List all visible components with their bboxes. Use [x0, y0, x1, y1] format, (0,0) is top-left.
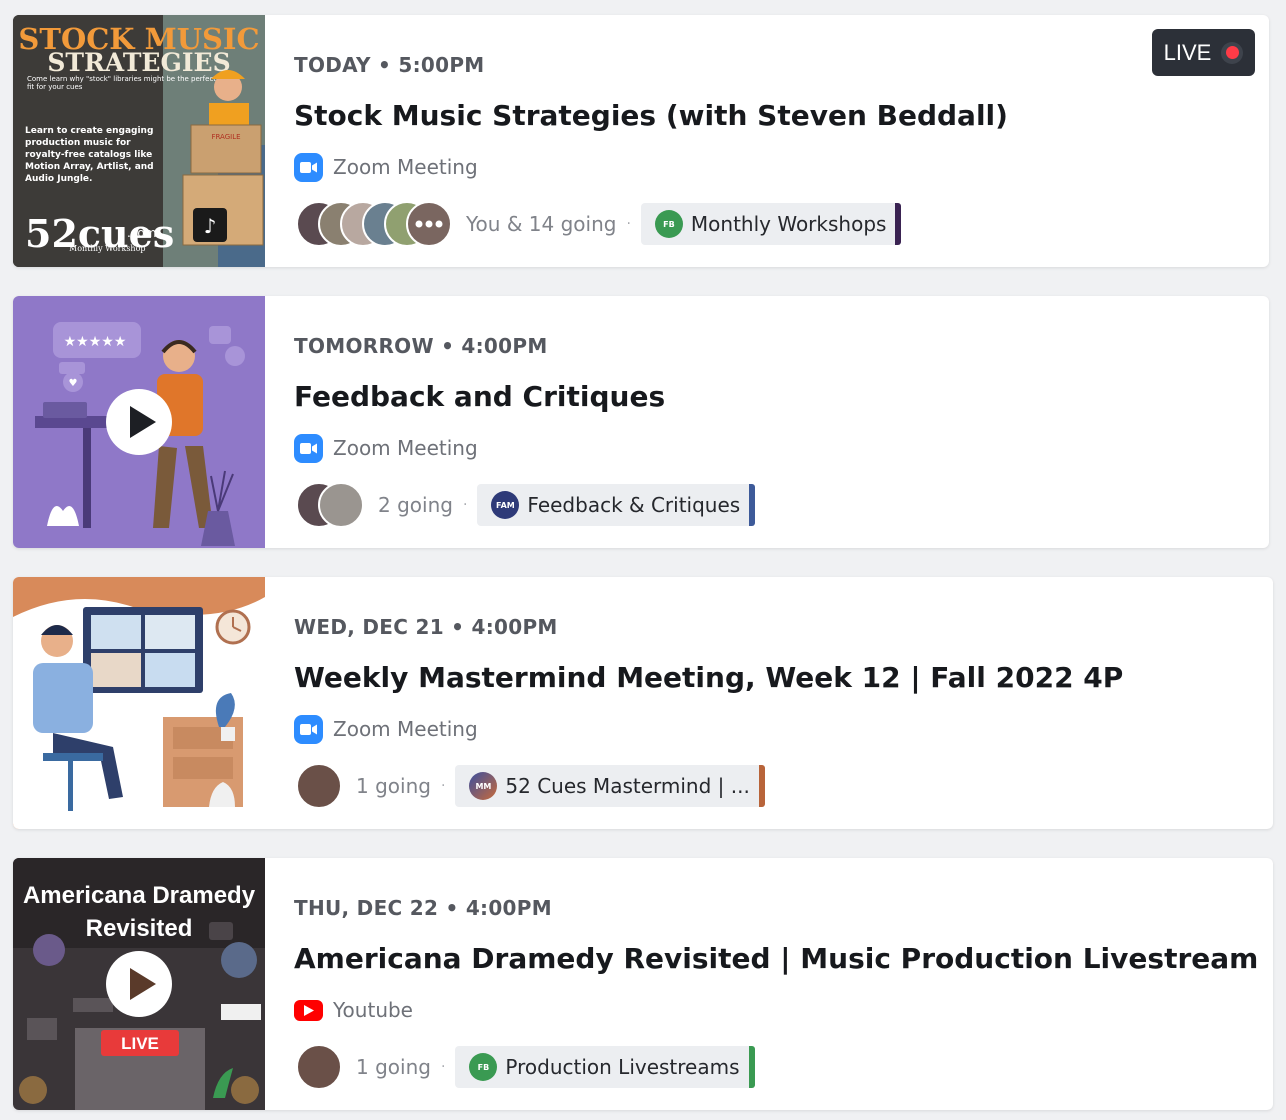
- platform-label: Zoom Meeting: [333, 717, 478, 741]
- attendee-avatars[interactable]: [296, 482, 364, 528]
- youtube-icon: [294, 999, 323, 1021]
- separator-dot: ·: [626, 216, 631, 232]
- svg-text:♪: ♪: [204, 214, 217, 238]
- thumbnail-image: Americana Dramedy Revisited LIVE: [13, 858, 265, 1110]
- group-color-bar: [758, 765, 765, 807]
- live-record-icon: [1221, 41, 1244, 64]
- live-badge: LIVE: [1152, 29, 1255, 76]
- event-card[interactable]: STOCK MUSIC STRATEGIES Come learn why "s…: [13, 15, 1269, 267]
- separator-dot: ·: [440, 778, 446, 794]
- thumb-live: LIVE: [121, 1034, 159, 1053]
- separator-dot: ·: [440, 1059, 446, 1075]
- event-meta: 1 going · FB Production Livestreams: [296, 1044, 755, 1090]
- event-title[interactable]: Weekly Mastermind Meeting, Week 12 | Fal…: [294, 661, 1123, 694]
- thumb-brand-sub: Monthly Workshop: [69, 244, 146, 253]
- event-datetime: THU, DEC 22 • 4:00PM: [294, 896, 552, 920]
- more-attendees-icon: [406, 201, 452, 247]
- event-meta: 2 going · FAM Feedback & Critiques: [296, 482, 756, 528]
- group-chip[interactable]: FB Monthly Workshops: [640, 203, 902, 245]
- group-color-bar: [749, 484, 756, 526]
- event-card[interactable]: WED, DEC 21 • 4:00PM Weekly Mastermind M…: [13, 577, 1273, 829]
- platform-label: Zoom Meeting: [333, 155, 478, 179]
- zoom-icon: [294, 714, 323, 744]
- thumb-line1: Americana Dramedy: [23, 882, 256, 909]
- group-chip[interactable]: FAM Feedback & Critiques: [477, 484, 756, 526]
- event-meta: 1 going · MM 52 Cues Mastermind | ...: [296, 763, 765, 809]
- event-list: STOCK MUSIC STRATEGIES Come learn why "s…: [13, 15, 1273, 1120]
- separator-dot: ·: [462, 497, 468, 513]
- event-thumbnail[interactable]: Americana Dramedy Revisited LIVE: [13, 858, 265, 1110]
- group-chip[interactable]: MM 52 Cues Mastermind | ...: [455, 765, 765, 807]
- group-icon: MM: [469, 772, 498, 800]
- group-label: Monthly Workshops: [690, 212, 887, 236]
- thumb-line2: Revisited: [86, 915, 193, 942]
- event-title[interactable]: Feedback and Critiques: [294, 380, 665, 413]
- event-platform: Youtube: [294, 995, 413, 1025]
- thumb-box-label: FRAGILE: [211, 133, 240, 141]
- event-meta: You & 14 going · FB Monthly Workshops: [296, 201, 902, 247]
- event-datetime: TOMORROW • 4:00PM: [294, 334, 548, 358]
- event-datetime: WED, DEC 21 • 4:00PM: [294, 615, 558, 639]
- going-count: 2 going: [378, 493, 453, 517]
- thumb-sub: Come learn why "stock" libraries might b…: [27, 75, 217, 91]
- attendee-avatars[interactable]: [296, 201, 452, 247]
- event-datetime: TODAY • 5:00PM: [294, 53, 485, 77]
- event-thumbnail[interactable]: [13, 577, 265, 829]
- group-color-bar: [748, 1046, 755, 1088]
- zoom-icon: [294, 433, 323, 463]
- avatar: [296, 763, 342, 809]
- going-count: 1 going: [356, 1055, 431, 1079]
- attendee-avatars[interactable]: [296, 1044, 342, 1090]
- thumbnail-image: ★★★★★ ♥: [13, 296, 265, 548]
- thumb-brand-tld: .com: [127, 226, 156, 240]
- event-card[interactable]: ★★★★★ ♥ TOMORROW • 4:00PM Feedback and C…: [13, 296, 1269, 548]
- going-count: 1 going: [356, 774, 431, 798]
- event-info: TODAY • 5:00PM Stock Music Strategies (w…: [294, 15, 1269, 267]
- attendee-avatars[interactable]: [296, 763, 342, 809]
- event-platform: Zoom Meeting: [294, 714, 478, 744]
- event-platform: Zoom Meeting: [294, 152, 478, 182]
- group-chip[interactable]: FB Production Livestreams: [455, 1046, 755, 1088]
- thumbnail-image: STOCK MUSIC STRATEGIES Come learn why "s…: [13, 15, 265, 267]
- event-title[interactable]: Stock Music Strategies (with Steven Bedd…: [294, 99, 1008, 132]
- event-info: TOMORROW • 4:00PM Feedback and Critiques…: [294, 296, 1269, 548]
- avatar: [296, 1044, 342, 1090]
- platform-label: Zoom Meeting: [333, 436, 478, 460]
- platform-label: Youtube: [333, 998, 413, 1022]
- event-platform: Zoom Meeting: [294, 433, 478, 463]
- svg-text:♥: ♥: [69, 378, 78, 389]
- event-card[interactable]: Americana Dramedy Revisited LIVE THU, DE…: [13, 858, 1273, 1110]
- group-color-bar: [895, 203, 902, 245]
- group-icon: FB: [469, 1053, 498, 1081]
- group-label: Feedback & Critiques: [527, 493, 741, 517]
- group-label: Production Livestreams: [505, 1055, 740, 1079]
- group-icon: FAM: [491, 491, 520, 519]
- event-info: THU, DEC 22 • 4:00PM Americana Dramedy R…: [294, 858, 1273, 1110]
- event-info: WED, DEC 21 • 4:00PM Weekly Mastermind M…: [294, 577, 1273, 829]
- svg-text:★★★★★: ★★★★★: [64, 334, 127, 350]
- group-icon: FB: [654, 210, 683, 238]
- event-thumbnail[interactable]: STOCK MUSIC STRATEGIES Come learn why "s…: [13, 15, 265, 267]
- going-count: You & 14 going: [466, 212, 617, 236]
- event-title[interactable]: Americana Dramedy Revisited | Music Prod…: [294, 942, 1258, 975]
- avatar: [318, 482, 364, 528]
- thumb-body: Learn to create engaging production musi…: [25, 126, 154, 184]
- thumb-line2: STRATEGIES: [47, 48, 230, 77]
- event-thumbnail[interactable]: ★★★★★ ♥: [13, 296, 265, 548]
- live-label: LIVE: [1163, 39, 1212, 65]
- group-label: 52 Cues Mastermind | ...: [505, 774, 750, 798]
- thumbnail-image: [13, 577, 265, 829]
- zoom-icon: [294, 152, 323, 182]
